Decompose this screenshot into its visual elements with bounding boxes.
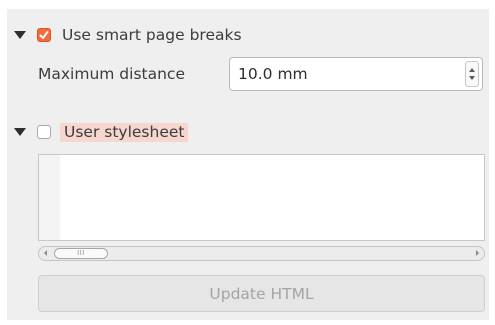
line-number-gutter [39, 155, 60, 240]
scrollbar-thumb[interactable]: III [54, 248, 108, 259]
arrow-up-icon[interactable] [469, 68, 475, 72]
checkmark-icon [39, 31, 49, 39]
smart-page-breaks-row: Use smart page breaks [14, 24, 242, 46]
horizontal-scrollbar[interactable]: III [38, 246, 485, 261]
grip-icon: III [77, 249, 85, 257]
scroll-right-icon[interactable] [476, 250, 479, 256]
scroll-left-icon[interactable] [44, 250, 47, 256]
maximum-distance-label: Maximum distance [38, 65, 185, 83]
maximum-distance-input[interactable] [230, 58, 456, 90]
arrow-down-icon[interactable] [469, 76, 475, 80]
expand-triangle-icon[interactable] [14, 31, 26, 39]
maximum-distance-row: Maximum distance [38, 63, 185, 85]
maximum-distance-spinbox[interactable] [229, 57, 483, 91]
stylesheet-editor[interactable] [38, 154, 485, 241]
spin-buttons[interactable] [465, 61, 479, 87]
update-html-button[interactable]: Update HTML [38, 275, 485, 312]
smart-page-breaks-label: Use smart page breaks [62, 26, 242, 44]
smart-page-breaks-checkbox[interactable] [37, 28, 51, 42]
user-stylesheet-row: User stylesheet [14, 121, 189, 143]
user-stylesheet-checkbox[interactable] [37, 125, 51, 139]
user-stylesheet-label: User stylesheet [60, 122, 189, 142]
expand-triangle-icon[interactable] [14, 128, 26, 136]
